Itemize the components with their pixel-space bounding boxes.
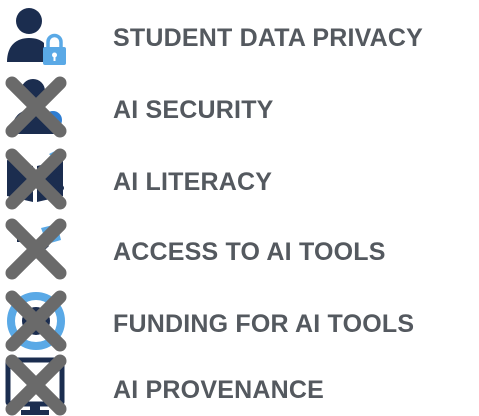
- literacy-icon: [3, 148, 67, 210]
- list-item: FUNDING FOR AI TOOLS: [0, 290, 479, 352]
- security-icon: [3, 76, 67, 138]
- provenance-icon: [3, 354, 67, 416]
- cross-mark: [5, 218, 67, 280]
- user-lock-icon: [3, 4, 67, 66]
- funding-icon: [3, 290, 67, 352]
- item-label: STUDENT DATA PRIVACY: [113, 24, 424, 52]
- list-item: AI SECURITY: [0, 76, 479, 138]
- list-item: AI PROVENANCE: [0, 354, 479, 416]
- item-label: AI PROVENANCE: [113, 376, 324, 404]
- list-item: STUDENT DATA PRIVACY: [0, 4, 479, 66]
- item-label: AI LITERACY: [113, 168, 273, 196]
- item-label: FUNDING FOR AI TOOLS: [113, 310, 415, 338]
- cross-mark: [5, 290, 67, 352]
- tools-access-icon: [3, 218, 67, 280]
- list-item: AI LITERACY: [0, 148, 479, 210]
- item-label: AI SECURITY: [113, 96, 274, 124]
- list-item: ACCESS TO AI TOOLS: [0, 218, 479, 280]
- item-label: ACCESS TO AI TOOLS: [113, 238, 386, 266]
